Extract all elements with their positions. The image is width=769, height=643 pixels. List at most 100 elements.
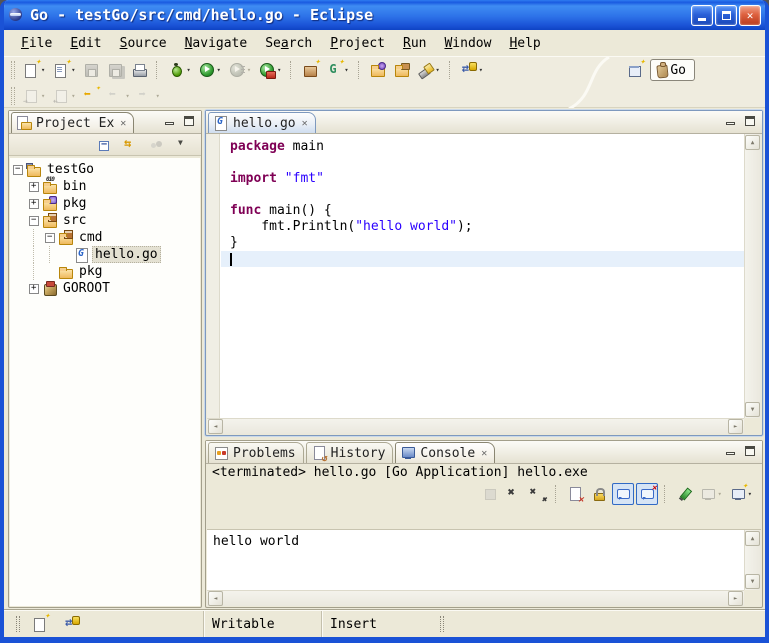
- menu-edit[interactable]: Edit: [61, 34, 110, 53]
- editor-minimize-button[interactable]: [722, 114, 738, 128]
- debug-button[interactable]: [165, 59, 193, 81]
- editor-horizontal-scrollbar[interactable]: ◄ ►: [207, 418, 744, 434]
- scroll-right-arrow[interactable]: ►: [728, 591, 743, 606]
- go-perspective-button[interactable]: Go: [650, 59, 695, 81]
- code-area[interactable]: package mainimport "fmt"func main() { fm…: [221, 134, 744, 418]
- dropdown-arrow-icon[interactable]: [748, 490, 752, 498]
- tree-expander-plus[interactable]: [26, 178, 42, 195]
- scroll-up-arrow[interactable]: ▲: [745, 531, 760, 546]
- tree-expander-minus[interactable]: [42, 229, 58, 246]
- tree-expander-minus[interactable]: [10, 161, 26, 178]
- run-button[interactable]: [196, 59, 224, 81]
- dropdown-arrow-icon[interactable]: [186, 66, 190, 74]
- maximize-button[interactable]: [715, 5, 737, 26]
- tree-item-bin-1[interactable]: bin: [10, 178, 200, 195]
- tree-item-pkg-2[interactable]: pkg: [10, 195, 200, 212]
- project-explorer-close-icon[interactable]: [120, 118, 126, 129]
- toolbar-separator: [664, 485, 667, 503]
- dropdown-arrow-icon: [156, 92, 160, 100]
- minimize-button[interactable]: [691, 5, 713, 26]
- menu-window[interactable]: Window: [435, 34, 500, 53]
- scroll-up-arrow[interactable]: ▲: [745, 135, 760, 150]
- menu-project[interactable]: Project: [321, 34, 394, 53]
- last-edit-location-button[interactable]: [80, 85, 102, 107]
- menu-source[interactable]: Source: [111, 34, 176, 53]
- new-go-element-button[interactable]: [323, 59, 351, 81]
- scroll-down-arrow[interactable]: ▼: [745, 574, 760, 589]
- open-console-button[interactable]: [727, 483, 755, 505]
- link-with-editor-button[interactable]: [120, 134, 142, 156]
- tab-problems[interactable]: Problems: [208, 442, 304, 463]
- editor-maximize-button[interactable]: [742, 114, 758, 128]
- project-explorer-minimize-button[interactable]: [161, 114, 177, 128]
- dropdown-arrow-icon[interactable]: [479, 66, 483, 74]
- new-element-button[interactable]: [50, 59, 78, 81]
- dropdown-arrow-icon[interactable]: [277, 66, 281, 74]
- scroll-down-arrow[interactable]: ▼: [745, 402, 760, 417]
- new-go-package-button[interactable]: [299, 59, 321, 81]
- perspective-bar: Go: [625, 59, 695, 81]
- print-button[interactable]: [128, 59, 150, 81]
- dropdown-arrow-icon[interactable]: [436, 66, 440, 74]
- tree-item-cmd-4[interactable]: cmd: [10, 229, 200, 246]
- code-line-3: import "fmt": [221, 171, 744, 187]
- dropdown-arrow-icon[interactable]: [344, 66, 348, 74]
- tree-item-src-3[interactable]: src: [10, 212, 200, 229]
- fast-view-button[interactable]: [29, 613, 51, 635]
- lock-icon: [591, 486, 607, 502]
- tree-expander-plus[interactable]: [26, 195, 42, 212]
- collapse-all-button[interactable]: [94, 134, 116, 156]
- tree-expander-minus[interactable]: [26, 212, 42, 229]
- tab-hello-go[interactable]: hello.go: [208, 112, 316, 133]
- console-tab-close-icon[interactable]: [481, 448, 487, 459]
- collapse-all-icon: [97, 137, 113, 153]
- tab-history[interactable]: History: [306, 442, 394, 463]
- console-minimize-button[interactable]: [722, 444, 738, 458]
- menu-help[interactable]: Help: [500, 34, 549, 53]
- icon-badge: [42, 179, 58, 195]
- menu-file[interactable]: File: [12, 34, 61, 53]
- tree-item-GOROOT-7[interactable]: GOROOT: [10, 280, 200, 297]
- terminate-button: [479, 483, 501, 505]
- show-console-stdout-button[interactable]: [612, 483, 634, 505]
- console-maximize-button[interactable]: [742, 444, 758, 458]
- dropdown-arrow-icon[interactable]: [71, 66, 75, 74]
- project-explorer-maximize-button[interactable]: [181, 114, 197, 128]
- dropdown-arrow-icon[interactable]: [217, 66, 221, 74]
- tab-project-explorer[interactable]: Project Ex: [11, 112, 134, 133]
- menu-run[interactable]: Run: [394, 34, 435, 53]
- view-menu-button[interactable]: [172, 134, 194, 156]
- tree-item-testGo-0[interactable]: testGo: [10, 161, 200, 178]
- remove-all-terminated-button[interactable]: [527, 483, 549, 505]
- remove-launch-button[interactable]: [503, 483, 525, 505]
- console-horizontal-scrollbar[interactable]: ◄ ►: [207, 590, 744, 606]
- console-vertical-scrollbar[interactable]: ▲ ▼: [744, 530, 761, 590]
- export-button[interactable]: [391, 59, 413, 81]
- trim-synchronize-button[interactable]: [61, 613, 83, 635]
- editor-tab-label: hello.go: [233, 116, 296, 131]
- tree-expander-plus[interactable]: [26, 280, 42, 297]
- tree-item-pkg-6[interactable]: pkg: [10, 263, 200, 280]
- editor-tab-close-icon[interactable]: [302, 118, 308, 129]
- console-output[interactable]: hello world: [207, 530, 744, 590]
- menu-navigate[interactable]: Navigate: [176, 34, 257, 53]
- open-perspective-button[interactable]: [625, 60, 645, 80]
- search-button[interactable]: [415, 59, 443, 81]
- external-tools-button[interactable]: [256, 59, 284, 81]
- scroll-right-arrow[interactable]: ►: [728, 419, 743, 434]
- tab-console[interactable]: Console: [395, 442, 495, 463]
- menu-search[interactable]: Search: [256, 34, 321, 53]
- clear-console-button[interactable]: [564, 483, 586, 505]
- import-button[interactable]: [367, 59, 389, 81]
- synchronize-button[interactable]: [458, 59, 486, 81]
- scroll-lock-button[interactable]: [588, 483, 610, 505]
- new-wizard-button[interactable]: [20, 59, 48, 81]
- pin-console-button[interactable]: [673, 483, 695, 505]
- scroll-left-arrow[interactable]: ◄: [208, 419, 223, 434]
- tree-item-hello.go-5[interactable]: hello.go: [10, 246, 200, 263]
- editor-vertical-scrollbar[interactable]: ▲ ▼: [744, 134, 761, 418]
- scroll-left-arrow[interactable]: ◄: [208, 591, 223, 606]
- show-console-stderr-button[interactable]: [636, 483, 658, 505]
- close-button[interactable]: ✕: [739, 5, 761, 26]
- dropdown-arrow-icon[interactable]: [41, 66, 45, 74]
